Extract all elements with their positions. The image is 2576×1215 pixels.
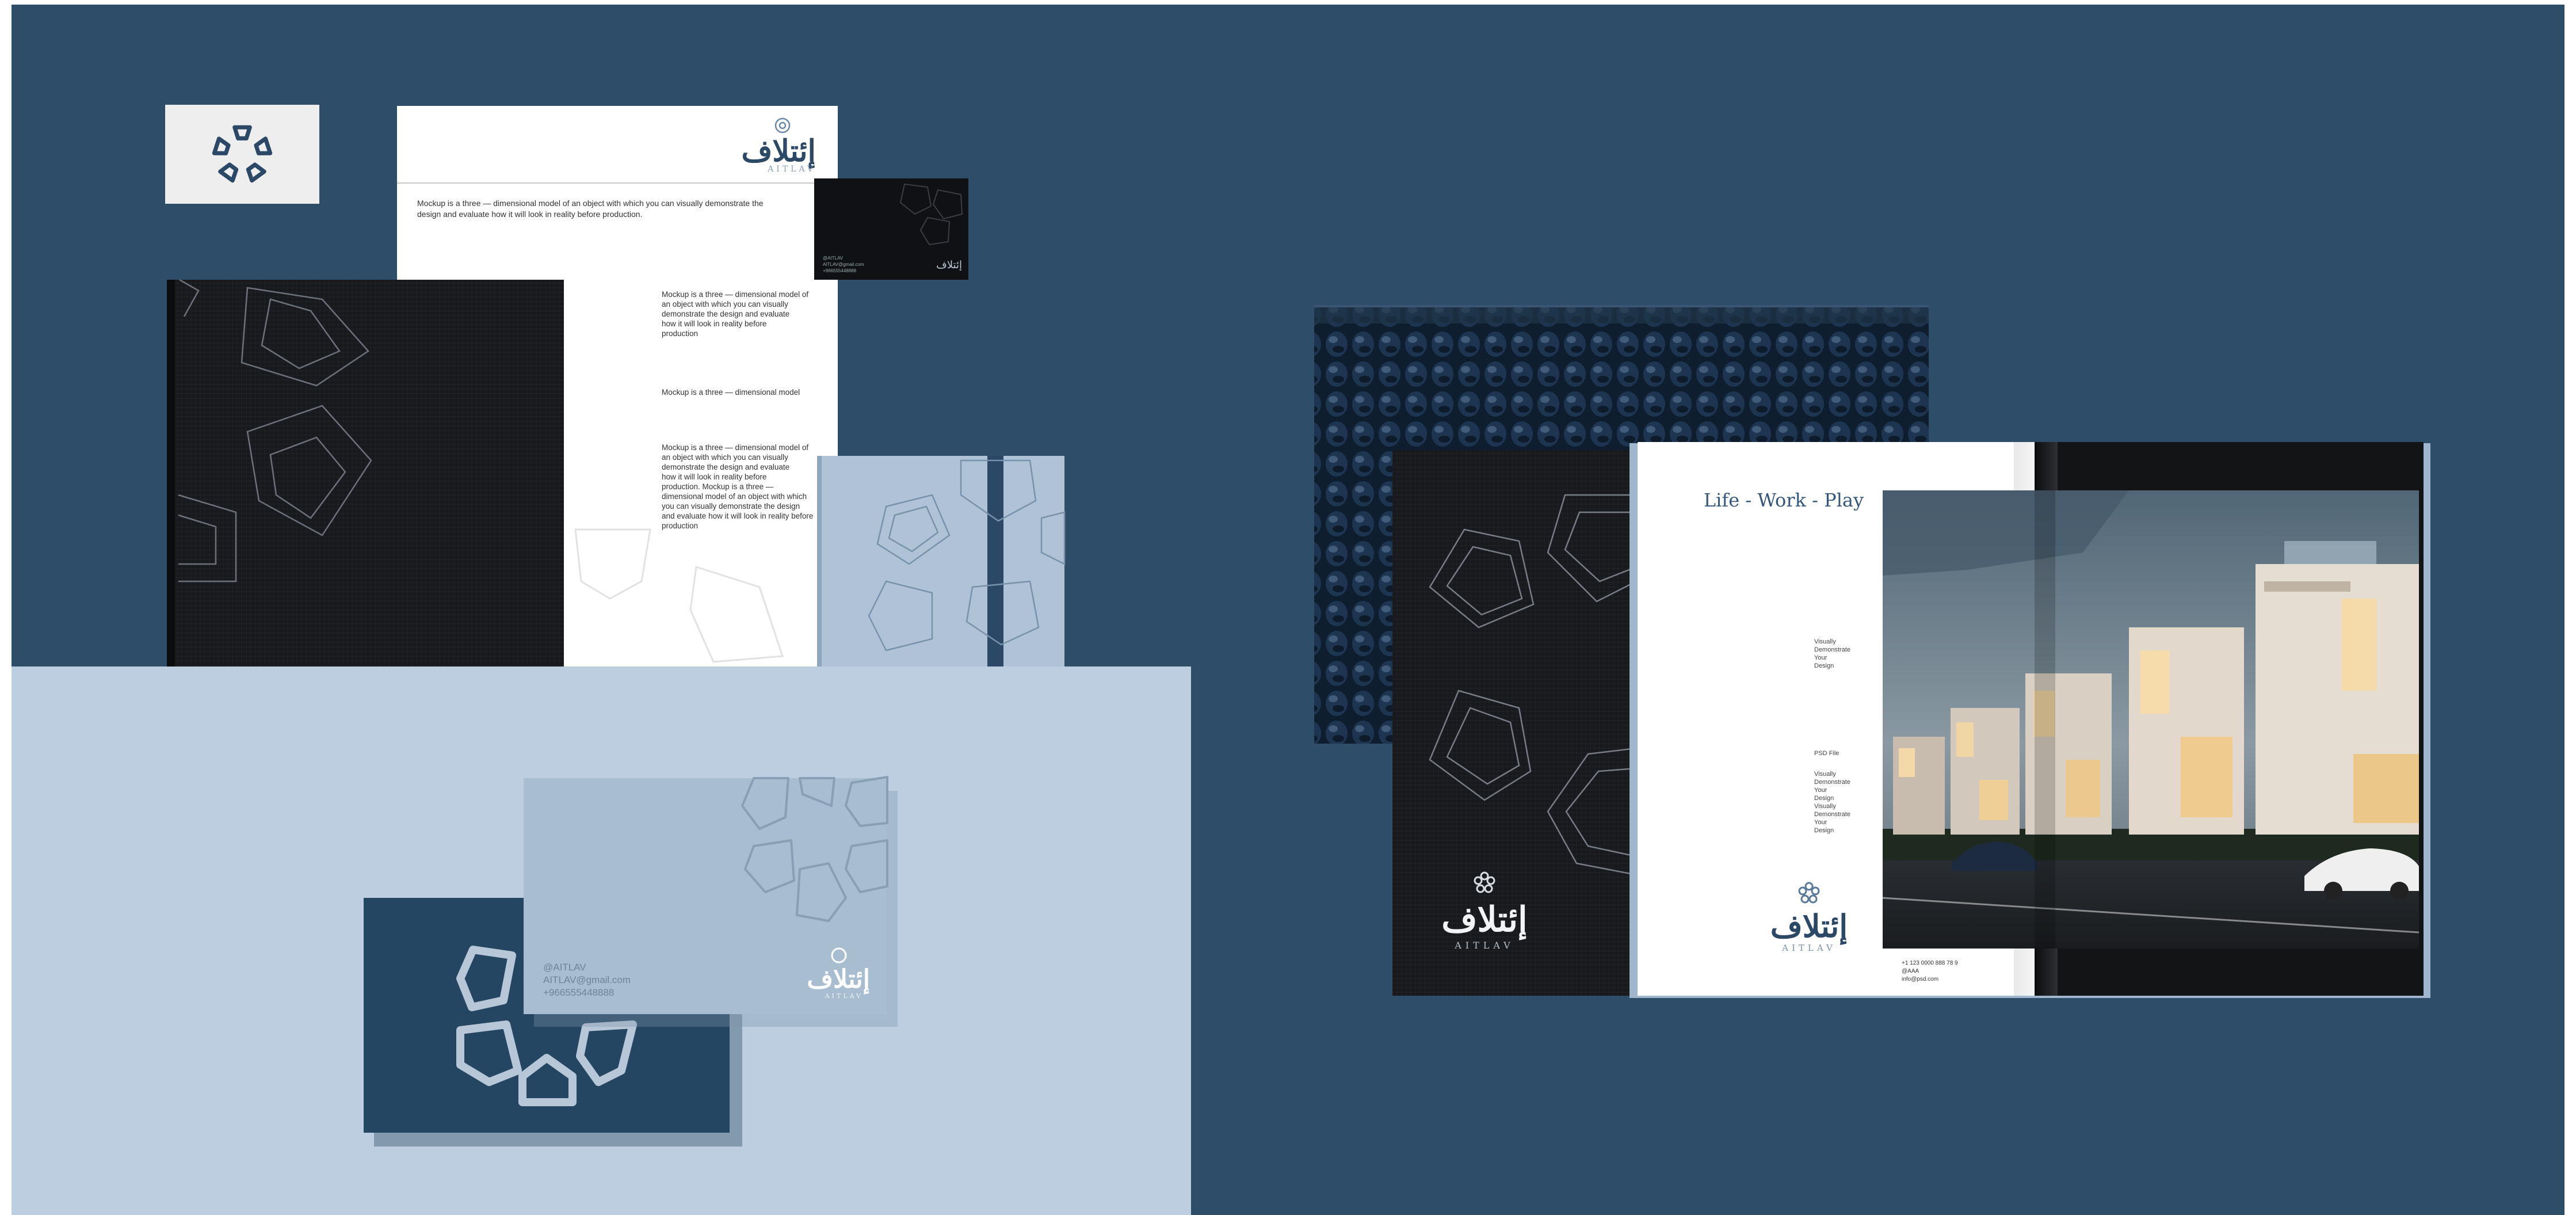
dark-notebook	[167, 279, 564, 666]
letterhead-text-line: production	[662, 329, 698, 338]
letterhead-text-line: you can visually demonstrate the design	[662, 502, 800, 511]
letterhead-intro-line2: design and evaluate how it will look in …	[417, 210, 642, 219]
card-brand-arabic: إئتلاف	[807, 965, 870, 995]
side-text-line: Visually	[1814, 771, 1836, 778]
letterhead-text-line: how it will look in reality before	[662, 319, 766, 328]
brochure-spread: Life - Work - Play Visually Demonstrate …	[1629, 442, 2430, 998]
side-text-line: Demonstrate	[1814, 646, 1850, 653]
cover-brand-latin: AITLAV	[1454, 940, 1514, 951]
light-blue-notebook	[817, 456, 1066, 666]
letterhead-brand-latin: AITLAV	[767, 165, 816, 174]
side-text-line: Visually	[1814, 803, 1836, 810]
contact-phone: +1 123 0000 888 78 9	[1902, 960, 1958, 966]
letterhead-column-b: Mockup is a three — dimensional model	[662, 388, 800, 397]
black-card-phone: +966555448888	[823, 268, 857, 273]
side-text-line: Demonstrate	[1814, 811, 1850, 818]
logo-tile	[165, 105, 319, 204]
card-handle: @AITLAV	[543, 962, 586, 973]
letterhead-text-line: and evaluate how it will look in reality…	[662, 512, 813, 520]
contact-email: info@psd.com	[1902, 976, 1938, 982]
brochure-brand-arabic: إئتلاف	[1770, 908, 1848, 945]
side-text-line: Your	[1814, 819, 1827, 826]
letterhead-text-line: demonstrate the design and evaluate	[662, 463, 789, 471]
side-text-line: Design	[1814, 827, 1834, 834]
letterhead-text-line: an object with which you can visually	[662, 453, 788, 462]
brochure-headline: Life - Work - Play	[1704, 489, 1864, 511]
letterhead-text-line: demonstrate the design and evaluate	[662, 310, 789, 318]
card-email: AITLAV@gmail.com	[543, 974, 631, 985]
brochure-cover: إئتلاف AITLAV	[1392, 450, 1638, 996]
letterhead-text-line: how it will look in reality before	[662, 473, 766, 481]
side-text-line: Your	[1814, 787, 1827, 794]
letterhead-text-line: production. Mockup is a three —	[662, 482, 774, 491]
side-text-line: Your	[1814, 654, 1827, 661]
card-brand-latin: AITLAV	[825, 992, 863, 1000]
black-card-email: AITLAV@gmail.com	[823, 262, 864, 267]
letterhead-text-line: an object with which you can visually	[662, 300, 788, 308]
side-text-line: Demonstrate	[1814, 779, 1850, 786]
elastic-band	[987, 456, 1003, 666]
black-card-handle: @AITLAV	[823, 256, 844, 261]
letterhead-text-line: production	[662, 521, 698, 530]
branding-mockup-scene: إئتلاف AITLAV Mockup is a three — dimens…	[0, 0, 2576, 1215]
brochure-brand-latin: AITLAV	[1781, 943, 1836, 953]
contact-handle: @AAA	[1902, 968, 1919, 974]
black-card-brand-arabic: إئتلاف	[936, 259, 962, 271]
letterhead-intro-line1: Mockup is a three — dimensional model of…	[417, 199, 764, 208]
side-text-line: Design	[1814, 662, 1834, 669]
card-phone: +966555448888	[543, 987, 614, 998]
brochure-side-label: PSD File	[1814, 750, 1839, 757]
black-business-card: @AITLAV AITLAV@gmail.com +966555448888 إ…	[814, 178, 968, 280]
letterhead-text-line: Mockup is a three — dimensional model of	[662, 443, 808, 452]
cover-brand-arabic: إئتلاف	[1441, 900, 1527, 941]
letterhead-text-line: dimensional model of an object with whic…	[662, 492, 807, 501]
side-text-line: Design	[1814, 795, 1834, 802]
townhouse-photo	[1882, 490, 2419, 949]
letterhead-brand-arabic: إئتلاف	[741, 134, 816, 169]
side-text-line: Visually	[1814, 638, 1836, 645]
letterhead-text-line: Mockup is a three — dimensional model of	[662, 290, 808, 299]
